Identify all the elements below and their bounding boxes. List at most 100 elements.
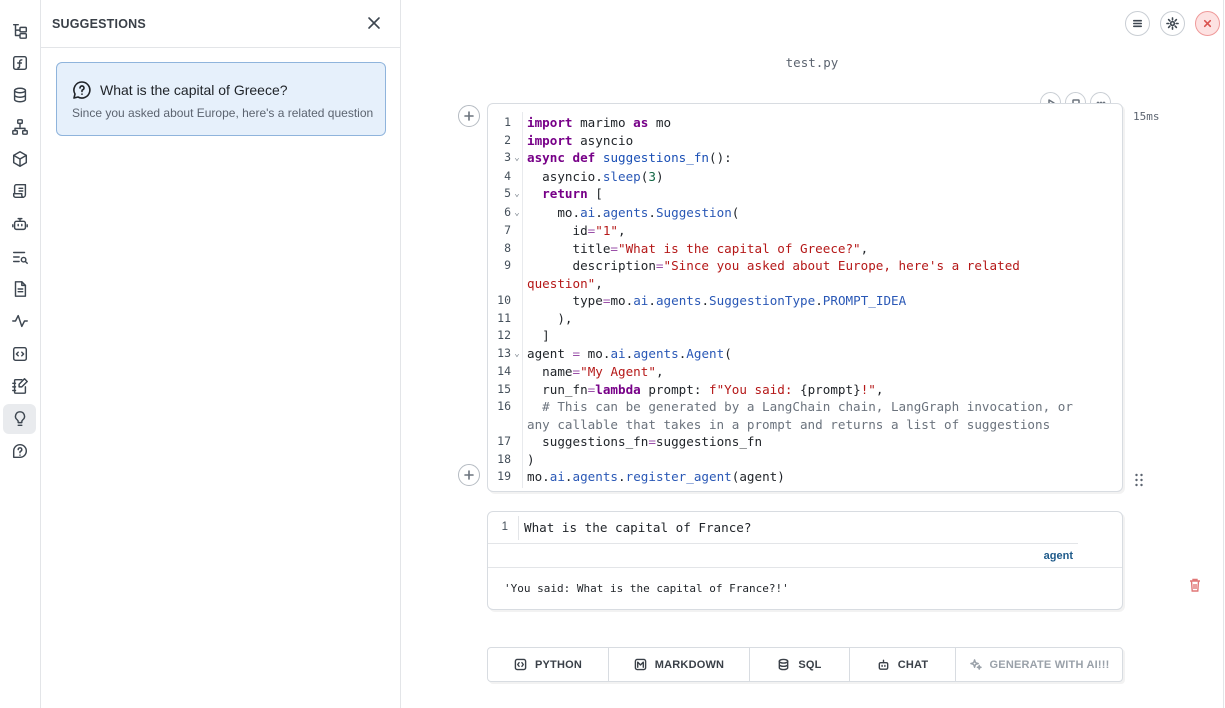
- code-line[interactable]: 19 mo.ai.agents.register_agent(agent): [488, 468, 1122, 486]
- outline-button[interactable]: [3, 176, 36, 206]
- code-line[interactable]: 13 ⌄ agent = mo.ai.agents.Agent(: [488, 345, 1122, 364]
- scratchpad-button[interactable]: [3, 371, 36, 401]
- delete-cell-button[interactable]: [1189, 578, 1201, 592]
- code-text[interactable]: suggestions_fn=suggestions_fn: [523, 433, 1122, 451]
- sparkles-icon: [969, 659, 982, 670]
- code-line[interactable]: 9 description="Since you asked about Eur…: [488, 257, 1122, 292]
- agent-tag[interactable]: agent: [1044, 550, 1073, 562]
- chat-input-text[interactable]: What is the capital of France?: [519, 520, 751, 535]
- code-line[interactable]: 5 ⌄ return [: [488, 185, 1122, 204]
- code-text[interactable]: # This can be generated by a LangChain c…: [523, 398, 1122, 433]
- line-number: 10: [497, 293, 511, 307]
- drag-handle[interactable]: [1134, 472, 1144, 488]
- fold-chevron-icon[interactable]: ⌄: [511, 149, 523, 168]
- code-text[interactable]: id="1",: [523, 222, 1122, 240]
- settings-button[interactable]: [1160, 11, 1185, 36]
- code-cell[interactable]: 1 import marimo as mo 2 import asyncio 3 ⌄ asy…: [487, 103, 1200, 592]
- suggestions-button[interactable]: [3, 404, 36, 434]
- code-text[interactable]: type=mo.ai.agents.SuggestionType.PROMPT_…: [523, 292, 1122, 310]
- fold-chevron-icon[interactable]: ⌄: [511, 185, 523, 204]
- code-line[interactable]: 8 title="What is the capital of Greece?"…: [488, 240, 1122, 258]
- code-line[interactable]: 4 asyncio.sleep(3): [488, 168, 1122, 186]
- shutdown-button[interactable]: [1195, 11, 1220, 36]
- code-line[interactable]: 11 ),: [488, 310, 1122, 328]
- code-text[interactable]: title="What is the capital of Greece?",: [523, 240, 1122, 258]
- chat-panel-button[interactable]: [3, 209, 36, 239]
- code-line[interactable]: 6 ⌄ mo.ai.agents.Suggestion(: [488, 204, 1122, 223]
- datasources-button[interactable]: [3, 80, 36, 110]
- code-text[interactable]: return [: [523, 185, 1122, 204]
- code-line[interactable]: 7 id="1",: [488, 222, 1122, 240]
- add-cell-below-button[interactable]: [458, 464, 480, 486]
- code-text[interactable]: async def suggestions_fn():: [523, 149, 1122, 168]
- code-text[interactable]: mo.ai.agents.register_agent(agent): [523, 468, 1122, 486]
- packages-button[interactable]: [3, 144, 36, 174]
- line-number: 15: [497, 381, 511, 396]
- code-text[interactable]: import asyncio: [523, 132, 1122, 150]
- help-button[interactable]: [3, 436, 36, 466]
- code-text[interactable]: ): [523, 451, 1122, 469]
- variables-button[interactable]: [3, 48, 36, 78]
- generate-with-ai-label: GENERATE WITH AI!!!: [989, 658, 1110, 671]
- snippets-button[interactable]: [3, 339, 36, 369]
- code-text[interactable]: mo.ai.agents.Suggestion(: [523, 204, 1122, 223]
- fold-chevron-icon[interactable]: ⌄: [511, 204, 523, 223]
- menu-icon: [1132, 19, 1143, 28]
- add-markdown-button[interactable]: MARKDOWN: [609, 648, 750, 681]
- code-line[interactable]: 16 # This can be generated by a LangChai…: [488, 398, 1122, 433]
- code-line[interactable]: 10 type=mo.ai.agents.SuggestionType.PROM…: [488, 292, 1122, 310]
- code-text[interactable]: import marimo as mo: [523, 114, 1122, 132]
- add-chat-button[interactable]: CHAT: [850, 648, 956, 681]
- code-line[interactable]: 17 suggestions_fn=suggestions_fn: [488, 433, 1122, 451]
- code-text[interactable]: run_fn=lambda prompt: f"You said: {promp…: [523, 381, 1122, 399]
- code-editor[interactable]: 1 import marimo as mo 2 import asyncio 3 ⌄ asy…: [488, 114, 1122, 486]
- divider: [488, 567, 1122, 568]
- code-line[interactable]: 2 import asyncio: [488, 132, 1122, 150]
- tracing-button[interactable]: [3, 306, 36, 336]
- line-number: 1: [504, 115, 511, 129]
- code-text[interactable]: name="My Agent",: [523, 363, 1122, 381]
- code-text[interactable]: description="Since you asked about Europ…: [523, 257, 1122, 292]
- code-line[interactable]: 18): [488, 451, 1122, 469]
- suggestion-card[interactable]: What is the capital of Greece? Since you…: [56, 62, 386, 136]
- documentation-button[interactable]: [3, 274, 36, 304]
- code-text[interactable]: ),: [523, 310, 1122, 328]
- code-line[interactable]: 12 ]: [488, 327, 1122, 345]
- add-sql-button[interactable]: SQL: [750, 648, 850, 681]
- add-sql-label: SQL: [798, 658, 822, 671]
- line-number: 11: [497, 310, 511, 325]
- close-panel-button[interactable]: [366, 15, 382, 31]
- code-line[interactable]: 3 ⌄ async def suggestions_fn():: [488, 149, 1122, 168]
- notebook-filename[interactable]: test.py: [401, 55, 1223, 70]
- code-text[interactable]: agent = mo.ai.agents.Agent(: [523, 345, 1122, 364]
- file-explorer-button[interactable]: [3, 16, 36, 46]
- find-button[interactable]: [3, 242, 36, 272]
- scroll-icon: [12, 183, 26, 199]
- code-line[interactable]: 14 name="My Agent",: [488, 363, 1122, 381]
- code-text[interactable]: ]: [523, 327, 1122, 345]
- code-text[interactable]: asyncio.sleep(3): [523, 168, 1122, 186]
- line-number: 16: [497, 399, 511, 413]
- add-python-button[interactable]: PYTHON: [488, 648, 609, 681]
- generate-with-ai-button[interactable]: GENERATE WITH AI!!!: [956, 648, 1122, 681]
- code-brackets-icon: [514, 658, 527, 671]
- notebook-menu-button[interactable]: [1125, 11, 1150, 36]
- fold-chevron-icon[interactable]: ⌄: [511, 345, 523, 364]
- line-number: 14: [497, 364, 511, 378]
- line-number: 5: [504, 186, 511, 200]
- code-line[interactable]: 15 run_fn=lambda prompt: f"You said: {pr…: [488, 381, 1122, 399]
- database-icon: [779, 658, 789, 671]
- code-line[interactable]: 1 import marimo as mo: [488, 114, 1122, 132]
- line-number: 12: [497, 328, 511, 342]
- dependencies-button[interactable]: [3, 112, 36, 142]
- add-cell-above-button[interactable]: [458, 105, 480, 127]
- line-number: 4: [504, 168, 511, 183]
- chat-cell[interactable]: 1 What is the capital of France? agent '…: [487, 511, 1123, 610]
- chat-input[interactable]: 1 What is the capital of France?: [488, 516, 1078, 544]
- line-number: 6: [504, 204, 511, 219]
